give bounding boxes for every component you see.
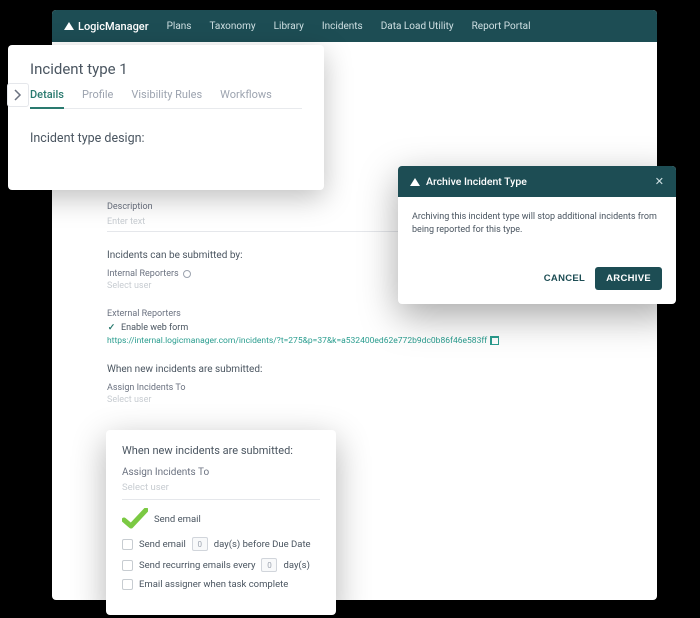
tab-workflows[interactable]: Workflows <box>220 88 272 109</box>
modal-header: Archive Incident Type ✕ <box>398 166 676 197</box>
nav-library[interactable]: Library <box>274 21 304 32</box>
copy-icon[interactable] <box>491 337 499 345</box>
email-assigner-row[interactable]: Email assigner when task complete <box>122 579 320 590</box>
email-assigner-label: Email assigner when task complete <box>139 579 288 590</box>
recurring-email-row[interactable]: Send recurring emails every 0 day(s) <box>122 558 320 572</box>
checkbox-icon[interactable] <box>122 539 133 550</box>
incident-type-card: Incident type 1 Details Profile Visibili… <box>8 45 324 190</box>
enable-web-form-checkbox[interactable]: Enable web form <box>121 323 188 333</box>
nav-taxonomy[interactable]: Taxonomy <box>209 21 255 32</box>
assignment-card-title: When new incidents are submitted: <box>122 444 320 457</box>
assign-to-label-bg: Assign Incidents To <box>107 383 642 393</box>
gear-icon[interactable] <box>183 270 191 278</box>
brand-logo[interactable]: LogicManager <box>64 20 149 33</box>
tabs: Details Profile Visibility Rules Workflo… <box>30 88 302 109</box>
external-reporters-field: External Reporters ✓ Enable web form htt… <box>107 309 642 346</box>
recurring-days-input[interactable]: 0 <box>261 558 277 572</box>
recurring-suffix: day(s) <box>283 560 309 571</box>
modal-title: Archive Incident Type <box>426 175 527 188</box>
cancel-button[interactable]: CANCEL <box>544 267 585 290</box>
warning-icon <box>410 178 420 186</box>
external-reporters-label: External Reporters <box>107 309 642 319</box>
assign-to-select-bg[interactable]: Select user <box>107 395 642 405</box>
send-email-before-due-row[interactable]: Send email 0 day(s) before Due Date <box>122 537 320 551</box>
send-email-row[interactable]: Send email <box>122 508 320 530</box>
incident-type-title: Incident type 1 <box>30 60 302 78</box>
modal-body: Archiving this incident type will stop a… <box>398 197 676 259</box>
before-due-prefix: Send email <box>139 539 186 550</box>
internal-reporters-label: Internal Reporters <box>107 269 179 279</box>
checkmark-icon <box>122 508 148 530</box>
assign-to-label: Assign Incidents To <box>122 467 320 478</box>
assign-to-field-bg: Assign Incidents To Select user <box>107 383 642 405</box>
modal-footer: CANCEL ARCHIVE <box>398 259 676 304</box>
url-text: https://internal.logicmanager.com/incide… <box>107 336 487 346</box>
check-icon: ✓ <box>107 324 116 333</box>
brand-name: LogicManager <box>78 20 149 33</box>
expand-chevron-button[interactable] <box>7 83 29 107</box>
checkbox-icon[interactable] <box>122 560 133 571</box>
nav-report-portal[interactable]: Report Portal <box>472 21 531 32</box>
archive-button[interactable]: ARCHIVE <box>595 267 662 290</box>
nav-plans[interactable]: Plans <box>167 21 192 32</box>
checkbox-icon[interactable] <box>122 579 133 590</box>
logo-icon <box>64 22 74 30</box>
assignment-card: When new incidents are submitted: Assign… <box>106 430 336 615</box>
assign-to-select[interactable]: Select user <box>122 480 320 500</box>
close-icon[interactable]: ✕ <box>655 175 664 188</box>
before-due-suffix: day(s) before Due Date <box>214 539 311 550</box>
recurring-prefix: Send recurring emails every <box>139 560 255 571</box>
tab-profile[interactable]: Profile <box>82 88 113 109</box>
design-label: Incident type design: <box>30 131 302 146</box>
send-email-label: Send email <box>154 514 201 525</box>
days-before-input[interactable]: 0 <box>192 537 208 551</box>
web-form-url[interactable]: https://internal.logicmanager.com/incide… <box>107 336 642 346</box>
nav-data-load[interactable]: Data Load Utility <box>381 21 454 32</box>
new-incidents-title: When new incidents are submitted: <box>107 364 642 375</box>
archive-modal: Archive Incident Type ✕ Archiving this i… <box>398 166 676 304</box>
tab-visibility-rules[interactable]: Visibility Rules <box>131 88 202 109</box>
topbar: LogicManager Plans Taxonomy Library Inci… <box>52 10 657 42</box>
chevron-right-icon <box>14 89 22 101</box>
nav-incidents[interactable]: Incidents <box>322 21 363 32</box>
tab-details[interactable]: Details <box>30 88 64 109</box>
